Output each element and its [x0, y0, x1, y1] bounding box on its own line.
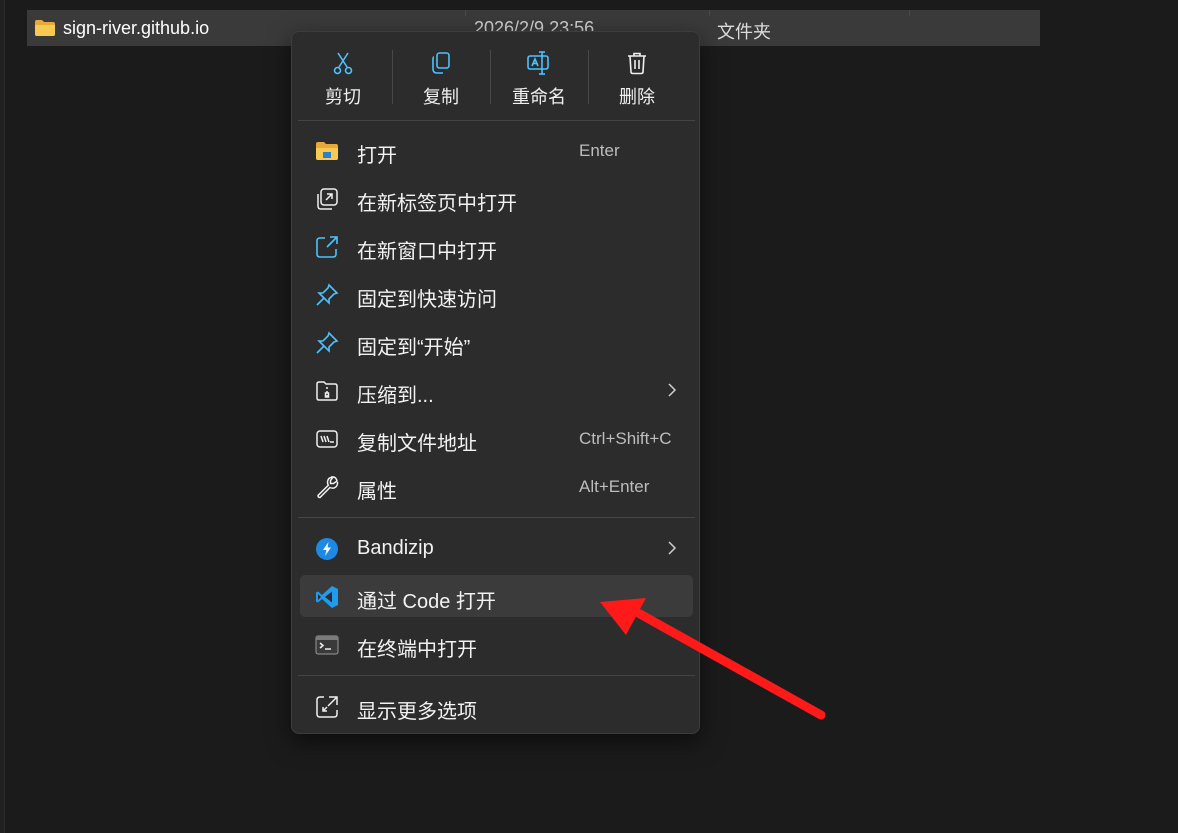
- delete-label: 删除: [619, 87, 655, 107]
- delete-button[interactable]: 删除: [592, 42, 682, 114]
- new-window-icon: [316, 236, 338, 258]
- wrench-icon: [317, 476, 339, 499]
- cut-icon: [333, 52, 353, 75]
- copy-label: 复制: [423, 87, 459, 107]
- context-menu-toolbar: 剪切 复制 重命名 删除: [292, 32, 699, 120]
- rename-label: 重命名: [512, 87, 566, 107]
- column-separator: [465, 10, 466, 16]
- menu-item-label: 通过 Code 打开: [357, 591, 496, 613]
- rename-icon: [527, 51, 549, 75]
- menu-item-label: 压缩到...: [357, 385, 434, 407]
- vscode-icon: [316, 586, 338, 608]
- menu-item-open-in-terminal[interactable]: 在终端中打开: [300, 623, 693, 665]
- menu-item-label: 在新标签页中打开: [357, 193, 517, 215]
- file-name[interactable]: sign-river.github.io: [63, 18, 209, 39]
- folder-icon: [35, 20, 55, 36]
- rename-button[interactable]: 重命名: [494, 42, 584, 114]
- menu-item-compress-to[interactable]: 压缩到...: [300, 369, 693, 411]
- menu-item-open-with-code[interactable]: 通过 Code 打开: [300, 575, 693, 617]
- delete-icon: [628, 52, 646, 75]
- pin-icon: [316, 331, 339, 354]
- menu-item-copy-path[interactable]: 复制文件地址 Ctrl+Shift+C: [300, 417, 693, 459]
- menu-item-label: 打开: [357, 145, 397, 167]
- menu-item-shortcut: Ctrl+Shift+C: [579, 429, 672, 448]
- bandizip-icon: [316, 538, 338, 560]
- pin-icon: [316, 283, 339, 306]
- menu-item-label: 在新窗口中打开: [357, 241, 497, 263]
- menu-item-open-new-tab[interactable]: 在新标签页中打开: [300, 177, 693, 219]
- chevron-right-icon: [668, 383, 677, 397]
- cut-label: 剪切: [325, 87, 361, 107]
- folder-open-icon: [316, 142, 338, 160]
- column-separator: [709, 10, 710, 16]
- menu-item-open[interactable]: 打开 Enter: [300, 129, 693, 171]
- chevron-right-icon: [668, 541, 677, 555]
- menu-item-shortcut: Enter: [579, 141, 620, 160]
- terminal-icon: [315, 635, 339, 655]
- column-separator: [909, 10, 910, 16]
- more-options-icon: [316, 696, 338, 718]
- menu-item-pin-quick-access[interactable]: 固定到快速访问: [300, 273, 693, 315]
- menu-separator: [298, 120, 695, 121]
- zip-folder-icon: [316, 381, 338, 401]
- menu-item-label: 显示更多选项: [357, 701, 477, 723]
- copy-icon: [432, 52, 450, 74]
- menu-separator: [298, 675, 695, 676]
- menu-item-pin-start[interactable]: 固定到“开始”: [300, 321, 693, 363]
- menu-item-label: Bandizip: [357, 537, 434, 559]
- toolbar-separator: [588, 50, 589, 104]
- menu-item-label: 在终端中打开: [357, 639, 477, 661]
- menu-separator: [298, 517, 695, 518]
- menu-item-shortcut: Alt+Enter: [579, 477, 650, 496]
- toolbar-separator: [392, 50, 393, 104]
- menu-item-label: 固定到“开始”: [357, 337, 471, 359]
- menu-item-bandizip[interactable]: Bandizip: [300, 527, 693, 569]
- menu-item-show-more-options[interactable]: 显示更多选项: [300, 685, 693, 727]
- menu-item-open-new-window[interactable]: 在新窗口中打开: [300, 225, 693, 267]
- menu-item-label: 属性: [357, 481, 397, 503]
- new-tab-icon: [317, 188, 338, 210]
- menu-item-label: 复制文件地址: [357, 433, 477, 455]
- copy-path-icon: [316, 430, 338, 448]
- menu-item-properties[interactable]: 属性 Alt+Enter: [300, 465, 693, 507]
- toolbar-separator: [490, 50, 491, 104]
- file-type: 文件夹: [717, 22, 771, 42]
- copy-button[interactable]: 复制: [396, 42, 486, 114]
- window-left-edge: [0, 0, 5, 833]
- menu-item-label: 固定到快速访问: [357, 289, 497, 311]
- context-menu: 剪切 复制 重命名 删除 打开 Enter 在新标签页中打开 在新窗口中打开 固…: [291, 31, 700, 734]
- cut-button[interactable]: 剪切: [298, 42, 388, 114]
